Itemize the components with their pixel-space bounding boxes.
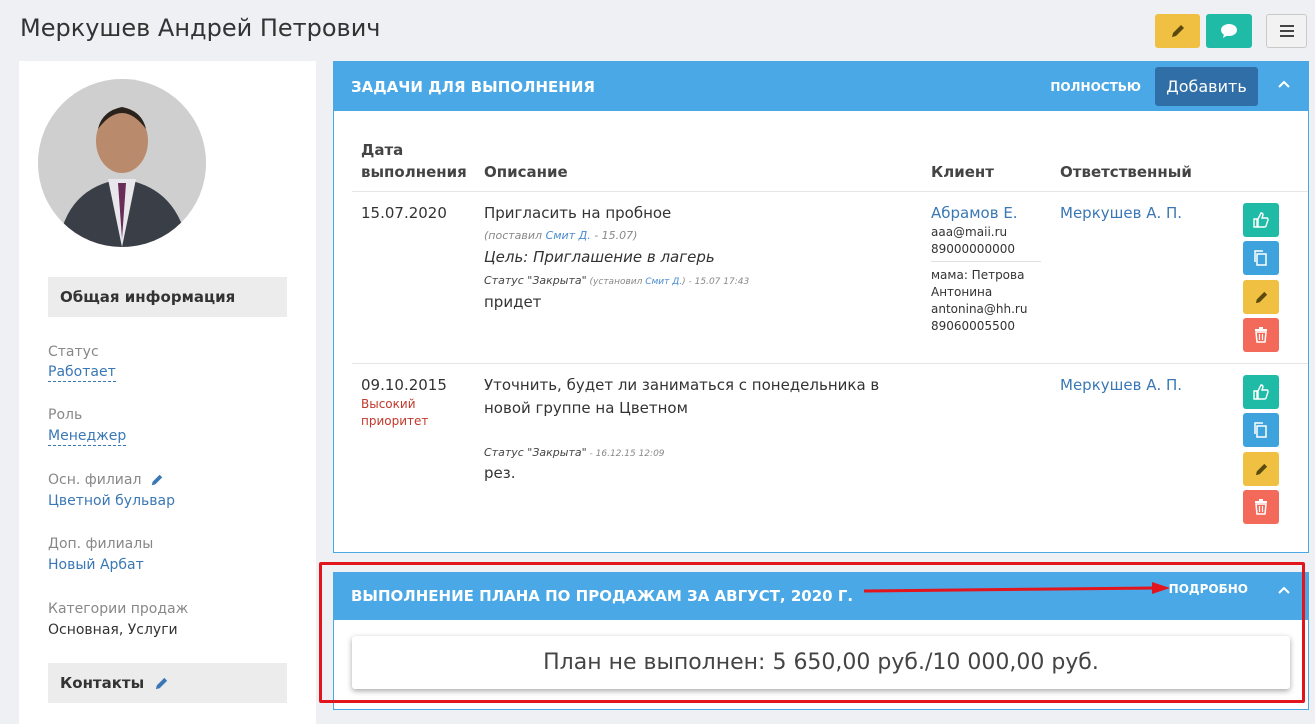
responsible-link[interactable]: Меркушев А. П. — [1060, 204, 1182, 222]
sales-categories-label: Категории продаж — [48, 601, 189, 617]
general-info-header: Общая информация — [48, 277, 287, 317]
pencil-icon[interactable] — [150, 473, 164, 487]
task-status: Статус "Закрыта" (установил Смит Д.) - 1… — [484, 274, 750, 287]
sales-categories-value: Основная, Услуги — [48, 622, 178, 638]
row-divider — [352, 363, 1308, 364]
edit-task-button[interactable] — [1243, 452, 1279, 486]
main-branch-value[interactable]: Цветной бульвар — [48, 493, 175, 509]
contacts-header-label: Контакты — [60, 674, 145, 692]
status-label: Статус — [48, 344, 99, 360]
thumbs-up-icon — [1253, 384, 1269, 400]
pencil-icon[interactable] — [154, 676, 169, 691]
tasks-panel-title: ЗАДАЧИ ДЛЯ ВЫПОЛНЕНИЯ — [351, 77, 595, 96]
client-parent-name: мама: Петрова — [931, 268, 1025, 282]
task-description-line2: новой группе на Цветном — [484, 399, 688, 417]
delete-task-button[interactable] — [1243, 490, 1279, 524]
top-toolbar — [1155, 14, 1307, 48]
profile-sidebar: Общая информация Статус Работает Роль Ме… — [19, 61, 316, 724]
client-link[interactable]: Абрамов Е. — [931, 204, 1018, 222]
page-title: Меркушев Андрей Петрович — [20, 14, 381, 42]
task-date: 15.07.2020 — [361, 204, 447, 222]
menu-button[interactable] — [1266, 14, 1307, 48]
complete-task-button[interactable] — [1243, 203, 1279, 237]
author-link[interactable]: Смит Д. — [645, 277, 682, 287]
role-value[interactable]: Менеджер — [48, 428, 127, 446]
copy-task-button[interactable] — [1243, 241, 1279, 275]
delete-task-button[interactable] — [1243, 318, 1279, 352]
chevron-up-icon[interactable] — [1277, 77, 1291, 91]
col-date-line1: Дата — [361, 141, 404, 159]
tasks-panel: ЗАДАЧИ ДЛЯ ВЫПОЛНЕНИЯ ПОЛНОСТЬЮ Добавить… — [333, 61, 1309, 553]
annotation-arrow-icon — [863, 582, 1170, 594]
copy-icon — [1254, 250, 1267, 266]
client-phone: 89000000000 — [931, 242, 1015, 256]
extra-branches-label: Доп. филиалы — [48, 536, 154, 552]
trash-icon — [1255, 499, 1267, 515]
thumbs-up-icon — [1253, 212, 1269, 228]
task-description: Пригласить на пробное — [484, 204, 672, 222]
responsible-link[interactable]: Меркушев А. П. — [1060, 376, 1182, 394]
sales-plan-status: План не выполнен: 5 650,00 руб./10 000,0… — [352, 636, 1290, 689]
client-parent-email: antonina@hh.ru — [931, 302, 1028, 316]
sales-plan-details-link[interactable]: ПОДРОБНО — [1169, 582, 1248, 596]
client-divider — [931, 261, 1041, 262]
status-value[interactable]: Работает — [48, 364, 116, 382]
chat-bubble-icon — [1221, 24, 1237, 38]
client-parent-phone: 89060005500 — [931, 319, 1015, 333]
task-result: рез. — [484, 464, 516, 482]
col-description: Описание — [484, 163, 568, 181]
col-client: Клиент — [931, 163, 994, 181]
trash-icon — [1255, 327, 1267, 343]
pencil-icon — [1255, 463, 1267, 475]
hamburger-icon — [1279, 25, 1294, 37]
task-result: придет — [484, 293, 542, 311]
extra-branches-value[interactable]: Новый Арбат — [48, 557, 144, 573]
main-branch-label: Осн. филиал — [48, 472, 142, 488]
edit-profile-button[interactable] — [1155, 14, 1200, 48]
client-email: aaa@maii.ru — [931, 225, 1008, 239]
copy-task-button[interactable] — [1243, 413, 1279, 447]
sales-plan-title: ВЫПОЛНЕНИЕ ПЛАНА ПО ПРОДАЖАМ ЗА АВГУСТ, … — [351, 587, 854, 605]
task-description-line1: Уточнить, будет ли заниматься с понедель… — [484, 376, 880, 394]
edit-task-button[interactable] — [1243, 280, 1279, 314]
task-set-by: (поставил Смит Д. - 15.07) — [484, 229, 638, 242]
pencil-icon — [1171, 25, 1184, 37]
task-status: Статус "Закрыта" - 16.12.15 12:09 — [484, 446, 665, 459]
message-button[interactable] — [1206, 14, 1252, 48]
tasks-full-link[interactable]: ПОЛНОСТЬЮ — [1050, 80, 1141, 94]
task-date: 09.10.2015 — [361, 376, 447, 394]
add-task-button[interactable]: Добавить — [1155, 67, 1258, 106]
author-link[interactable]: Смит Д. — [546, 229, 591, 242]
col-date-line2: выполнения — [361, 163, 467, 181]
task-goal: Цель: Приглашение в лагерь — [484, 248, 715, 266]
chevron-up-icon[interactable] — [1277, 583, 1291, 597]
complete-task-button[interactable] — [1243, 375, 1279, 409]
copy-icon — [1254, 422, 1267, 438]
pencil-icon — [1255, 291, 1267, 303]
contacts-header: Контакты — [48, 663, 287, 703]
col-responsible: Ответственный — [1060, 163, 1192, 181]
client-parent-firstname: Антонина — [931, 285, 993, 299]
avatar — [38, 79, 206, 247]
task-priority-line1: Высокий — [361, 397, 416, 411]
tasks-panel-header: ЗАДАЧИ ДЛЯ ВЫПОЛНЕНИЯ ПОЛНОСТЬЮ Добавить — [334, 62, 1308, 111]
task-priority-line2: приоритет — [361, 414, 429, 428]
row-divider — [352, 191, 1308, 192]
role-label: Роль — [48, 407, 83, 423]
